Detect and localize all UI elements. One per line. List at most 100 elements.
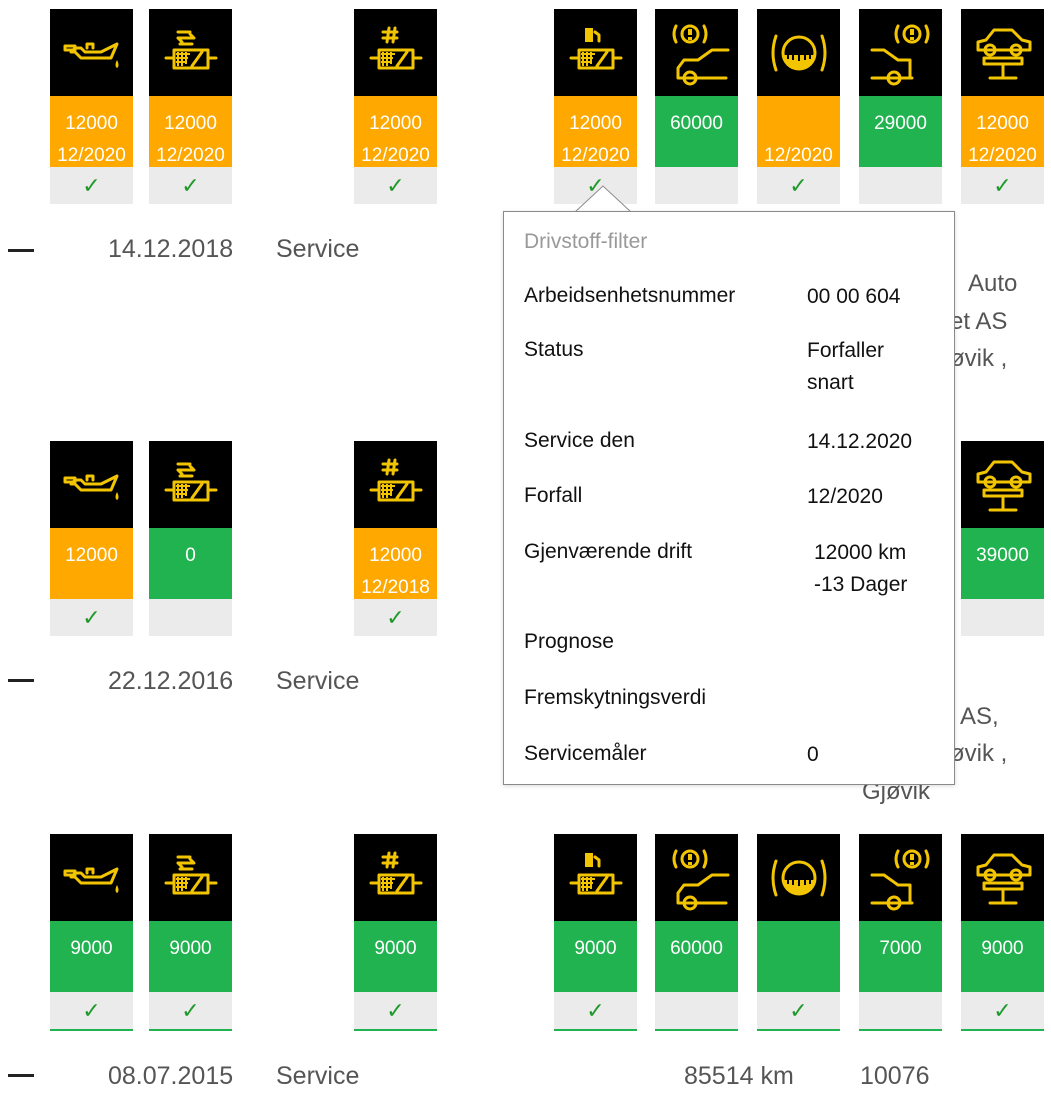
service-tile-rear-brake[interactable]: 7000 bbox=[859, 834, 942, 992]
row-2-type: Service bbox=[276, 667, 360, 695]
service-tile-pollen-filter[interactable]: 9000 bbox=[354, 834, 437, 992]
oil-can-icon bbox=[50, 9, 133, 96]
pollen-filter-icon bbox=[354, 441, 437, 528]
collapse-row-1-button[interactable] bbox=[8, 249, 34, 252]
check-icon: ✓ bbox=[82, 172, 101, 198]
service-tile-front-brake[interactable]: 60000 bbox=[655, 834, 738, 992]
tile-status-line: 39000 bbox=[976, 545, 1029, 566]
vehicle-check-icon bbox=[961, 9, 1044, 96]
service-tile-oil-can[interactable]: 12000 12/2020 bbox=[50, 9, 133, 167]
brake-fluid-icon bbox=[757, 834, 840, 921]
popup-row-label: Fremskytningsverdi bbox=[524, 686, 707, 709]
service-tile-pollen-filter[interactable]: 12000 12/2020 bbox=[354, 9, 437, 167]
popup-value-line: 14.12.2020 bbox=[807, 430, 913, 453]
tile-status: 12000 12/2018 bbox=[354, 528, 437, 599]
service-tile-pollen-filter[interactable]: 12000 12/2018 bbox=[354, 441, 437, 599]
tile-underline bbox=[354, 1029, 437, 1031]
tile-status-line: 12000 bbox=[164, 113, 217, 134]
popup-value-line: snart bbox=[807, 371, 854, 394]
tile-underline bbox=[961, 1029, 1044, 1031]
service-tile-rear-brake[interactable]: 29000 bbox=[859, 9, 942, 167]
popup-row-label: Status bbox=[524, 338, 584, 361]
service-tile-vehicle-check[interactable]: 12000 12/2020 bbox=[961, 9, 1044, 167]
tile-status: 0 bbox=[149, 528, 232, 599]
service-tile-fuel-filter[interactable]: 12000 12/2020 bbox=[554, 9, 637, 167]
tile-check-cell bbox=[149, 599, 232, 636]
oil-can-icon bbox=[50, 834, 133, 921]
service-tile-vehicle-check[interactable]: 39000 bbox=[961, 441, 1044, 599]
check-icon: ✓ bbox=[181, 172, 200, 198]
row-1-type: Service bbox=[276, 235, 360, 263]
service-tile-front-brake[interactable]: 60000 bbox=[655, 9, 738, 167]
popup-row-label: Prognose bbox=[524, 630, 614, 653]
tile-check-cell bbox=[961, 599, 1044, 636]
row-2-workshop-line-1: AS, bbox=[960, 703, 999, 730]
tile-status: 9000 bbox=[354, 921, 437, 992]
tile-status: 9000 bbox=[961, 921, 1044, 992]
tile-status-line: 7000 bbox=[879, 938, 922, 959]
popup-row-label: Gjenværende drift bbox=[524, 540, 693, 563]
service-tile-oil-can[interactable]: 9000 bbox=[50, 834, 133, 992]
service-tile-air-filter[interactable]: 0 bbox=[149, 441, 232, 599]
popup-row-value: 12000 km -13 Dager bbox=[814, 537, 907, 601]
check-icon: ✓ bbox=[82, 604, 101, 630]
tile-check-cell: ✓ bbox=[757, 167, 840, 204]
check-icon: ✓ bbox=[386, 172, 405, 198]
popup-value-line: Forfaller bbox=[807, 339, 885, 362]
tile-status: 9000 bbox=[50, 921, 133, 992]
pollen-filter-icon bbox=[354, 9, 437, 96]
collapse-row-2-button[interactable] bbox=[8, 679, 34, 682]
service-tile-fuel-filter[interactable]: 9000 bbox=[554, 834, 637, 992]
brake-fluid-icon bbox=[757, 9, 840, 96]
tile-underline bbox=[149, 1029, 232, 1031]
air-filter-icon bbox=[149, 441, 232, 528]
row-2-workshop-line-2: øvik , bbox=[950, 740, 1008, 767]
fuel-filter-icon bbox=[554, 9, 637, 96]
fuel-filter-icon bbox=[554, 834, 637, 921]
tile-check-cell: ✓ bbox=[50, 599, 133, 636]
service-tile-brake-fluid[interactable] bbox=[757, 834, 840, 992]
tile-check-cell bbox=[655, 992, 738, 1029]
tile-status-line: 0 bbox=[185, 545, 196, 566]
tile-check-cell: ✓ bbox=[354, 992, 437, 1029]
row-1-date: 14.12.2018 bbox=[108, 235, 234, 263]
service-tile-air-filter[interactable]: 12000 12/2020 bbox=[149, 9, 232, 167]
popup-row-label: Service den bbox=[524, 429, 635, 452]
tile-check-cell: ✓ bbox=[354, 167, 437, 204]
oil-can-icon bbox=[50, 441, 133, 528]
collapse-row-3-button[interactable] bbox=[8, 1074, 34, 1077]
service-tile-oil-can[interactable]: 12000 bbox=[50, 441, 133, 599]
tile-status-line: 9000 bbox=[574, 938, 617, 959]
tile-status: 12000 12/2020 bbox=[554, 96, 637, 167]
tile-status: 9000 bbox=[554, 921, 637, 992]
air-filter-icon bbox=[149, 9, 232, 96]
tile-status: 12000 bbox=[50, 528, 133, 599]
tile-status: 29000 bbox=[859, 96, 942, 167]
tile-status-line: 29000 bbox=[874, 113, 927, 134]
tile-underline bbox=[50, 1029, 133, 1031]
tile-status-line: 12000 bbox=[976, 113, 1029, 134]
tile-status-line bbox=[757, 108, 840, 140]
service-tile-vehicle-check[interactable]: 9000 bbox=[961, 834, 1044, 992]
tile-check-cell: ✓ bbox=[50, 167, 133, 204]
popup-row-value: 0 bbox=[807, 739, 819, 771]
tile-status: 12000 12/2020 bbox=[961, 96, 1044, 167]
tile-status-line: 9000 bbox=[70, 938, 113, 959]
tile-underline bbox=[859, 1029, 942, 1031]
row-1-workshop-line-3: øvik , bbox=[950, 345, 1008, 372]
front-brake-icon bbox=[655, 834, 738, 921]
tile-check-cell: ✓ bbox=[149, 992, 232, 1029]
vehicle-check-icon bbox=[961, 441, 1044, 528]
tile-status: 12000 12/2020 bbox=[354, 96, 437, 167]
popup-value-line: -13 Dager bbox=[814, 573, 908, 596]
popup-row-label: Arbeidsenhetsnummer bbox=[524, 284, 736, 307]
tile-check-cell bbox=[655, 167, 738, 204]
tile-underline bbox=[554, 1029, 637, 1031]
service-tile-air-filter[interactable]: 9000 bbox=[149, 834, 232, 992]
tile-status-line bbox=[757, 933, 840, 965]
service-tile-brake-fluid[interactable]: 12/2020 bbox=[757, 9, 840, 167]
rear-brake-icon bbox=[859, 9, 942, 96]
rear-brake-icon bbox=[859, 834, 942, 921]
popup-caret bbox=[573, 185, 633, 215]
tile-status-line: 12000 bbox=[569, 113, 622, 134]
